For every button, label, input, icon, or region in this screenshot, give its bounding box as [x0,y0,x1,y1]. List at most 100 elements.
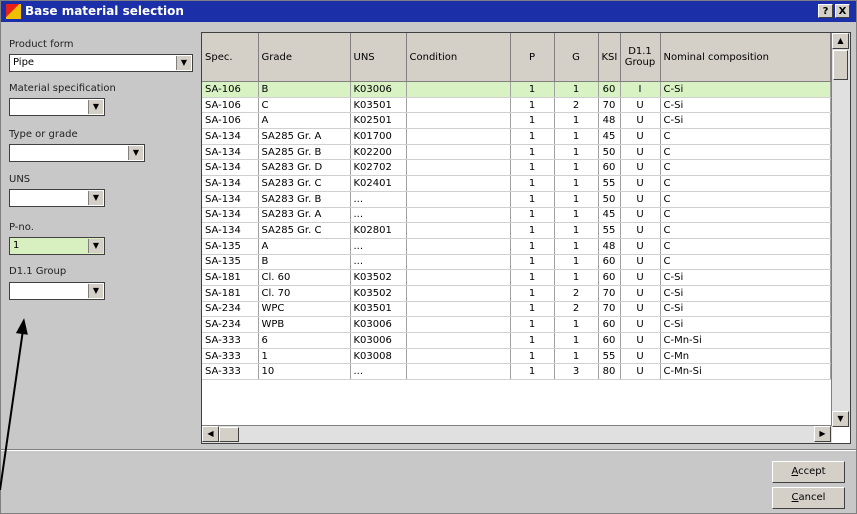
cell-nominal-composition: C-Si [660,316,831,333]
cell-spec: SA-234 [202,316,259,333]
cell-condition [406,207,511,224]
table-header-row: Spec. Grade UNS Condition P G KSI D1.1 G… [202,33,831,82]
column-header-uns[interactable]: UNS [350,33,407,82]
column-header-p[interactable]: P [510,33,555,82]
horizontal-scrollbar[interactable]: ◀ ▶ [202,425,832,443]
cell-ksi: 60 [598,332,621,349]
cell-nominal-composition: C [660,254,831,271]
close-button[interactable]: X [835,4,850,18]
product-form-select[interactable]: Pipe ▼ [9,54,193,72]
table-row[interactable]: SA-106 B K03006 1 1 60 I C-Si [202,81,831,98]
table-row[interactable]: SA-106 C K03501 1 2 70 U C-Si [202,97,831,114]
cell-p: 1 [510,159,555,177]
table-row[interactable]: SA-134 SA283 Gr. A... 1 1 45 U C [202,207,831,224]
horizontal-scroll-thumb[interactable] [219,427,239,442]
table-row[interactable]: SA-333 6 K03006 1 1 60 U C-Mn-Si [202,332,831,349]
column-header-d11-group[interactable]: D1.1 Group [620,33,661,82]
cancel-button[interactable]: Cancel [772,487,845,509]
cell-d11-group: U [620,97,661,114]
cell-uns: K03006 [350,81,407,98]
chevron-down-icon[interactable]: ▼ [88,284,103,298]
cell-grade: SA283 Gr. B [258,191,351,208]
cell-uns: ... [350,238,407,255]
cell-grade: WPB [258,316,351,333]
table-row[interactable]: SA-134 SA283 Gr. D K02702 1 1 60 U C [202,159,831,177]
cell-g: 1 [554,332,599,349]
d11-group-select[interactable]: ▼ [9,282,105,300]
title-bar[interactable]: Base material selection ? X [1,1,856,22]
cell-g: 1 [554,81,599,98]
type-or-grade-select[interactable]: ▼ [9,144,145,162]
cell-d11-group: I [620,81,661,98]
cell-d11-group: U [620,238,661,255]
type-or-grade-label: Type or grade [9,129,78,140]
scroll-left-icon[interactable]: ◀ [202,426,219,442]
cell-ksi: 60 [598,316,621,333]
uns-select[interactable]: ▼ [9,189,105,207]
table-row[interactable]: SA-234 WPB K03006 1 1 60 U C-Si [202,316,831,333]
table-body: SA-106 B K03006 1 1 60 I C-Si SA-106 C K03501 1 2 70 U… [202,81,831,381]
cell-spec: SA-333 [202,363,259,381]
scroll-down-icon[interactable]: ▼ [832,411,849,427]
table-row[interactable]: SA-134 SA283 Gr. C K02401 1 1 55 U C [202,175,831,192]
table-row[interactable]: SA-333 1 K03008 1 1 55 U C-Mn [202,348,831,365]
cell-g: 2 [554,285,599,302]
column-header-g[interactable]: G [554,33,599,82]
p-no-value: 1 [13,240,20,251]
cell-d11-group: U [620,191,661,208]
cell-ksi: 70 [598,97,621,114]
accept-button[interactable]: Accept [772,461,845,483]
scroll-up-icon[interactable]: ▲ [832,33,849,49]
cancel-mnemonic: C [791,492,799,503]
cell-spec: SA-333 [202,348,259,365]
cell-grade: Cl. 60 [258,269,351,286]
table-row[interactable]: SA-134 SA285 Gr. B K02200 1 1 50 U C [202,144,831,161]
column-header-condition[interactable]: Condition [406,33,511,82]
column-header-nominal-composition[interactable]: Nominal composition [660,33,831,82]
help-button[interactable]: ? [818,4,833,18]
column-header-grade[interactable]: Grade [258,33,351,82]
base-material-selection-window: Base material selection ? X Product form… [0,0,857,514]
table-row[interactable]: SA-134 SA283 Gr. B... 1 1 50 U C [202,191,831,208]
chevron-down-icon[interactable]: ▼ [176,56,191,70]
cell-ksi: 70 [598,301,621,318]
chevron-down-icon[interactable]: ▼ [88,191,103,205]
chevron-down-icon[interactable]: ▼ [128,146,143,160]
column-header-spec[interactable]: Spec. [202,33,259,82]
cell-nominal-composition: C-Si [660,81,831,98]
table-row[interactable]: SA-134 SA285 Gr. C K02801 1 1 55 U C [202,222,831,239]
cell-spec: SA-181 [202,285,259,302]
chevron-down-icon[interactable]: ▼ [88,100,103,114]
table-row[interactable]: SA-234 WPC K03501 1 2 70 U C-Si [202,301,831,318]
table-row[interactable]: SA-181 Cl. 60 K03502 1 1 60 U C-Si [202,269,831,286]
cell-p: 1 [510,144,555,161]
table-row[interactable]: SA-106 A K02501 1 1 48 U C-Si [202,112,831,130]
cell-uns: K02200 [350,144,407,161]
vertical-scroll-thumb[interactable] [833,50,848,80]
column-header-ksi[interactable]: KSI [598,33,621,82]
scroll-right-icon[interactable]: ▶ [814,426,831,442]
table-row[interactable]: SA-135 B... 1 1 60 U C [202,254,831,271]
material-grid[interactable]: Spec. Grade UNS Condition P G KSI D1.1 G… [201,32,851,444]
cell-uns: K03502 [350,285,407,302]
cell-ksi: 60 [598,269,621,286]
table-row[interactable]: SA-333 10... 1 3 80 U C-Mn-Si [202,363,831,381]
cell-uns: K03502 [350,269,407,286]
cell-ksi: 48 [598,238,621,255]
cell-spec: SA-106 [202,81,259,98]
cell-nominal-composition: C-Mn-Si [660,332,831,349]
vertical-scrollbar[interactable]: ▲ ▼ [831,33,850,427]
cell-ksi: 60 [598,81,621,98]
cell-nominal-composition: C-Si [660,301,831,318]
cell-d11-group: U [620,128,661,145]
cell-nominal-composition: C [660,207,831,224]
table-row[interactable]: SA-181 Cl. 70 K03502 1 2 70 U C-Si [202,285,831,302]
p-no-label: P-no. [9,222,34,233]
divider [1,449,856,451]
material-specification-select[interactable]: ▼ [9,98,105,116]
table-row[interactable]: SA-134 SA285 Gr. A K01700 1 1 45 U C [202,128,831,145]
table-row[interactable]: SA-135 A... 1 1 48 U C [202,238,831,255]
chevron-down-icon[interactable]: ▼ [88,239,103,253]
p-no-select[interactable]: 1 ▼ [9,237,105,255]
cell-uns: K02702 [350,159,407,177]
